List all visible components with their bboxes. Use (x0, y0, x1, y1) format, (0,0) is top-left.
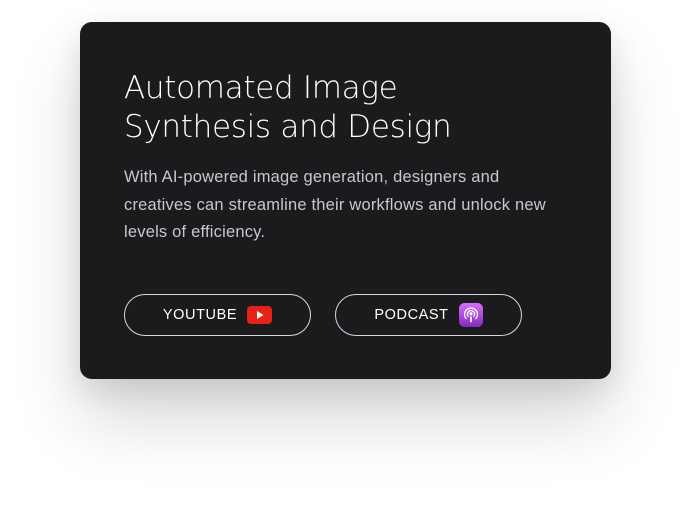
youtube-button-label: YOUTUBE (162, 307, 238, 323)
card-title-line-2: Synthesis and Design (124, 109, 452, 145)
promo-card: Automated Image Synthesis and Design Wit… (80, 22, 611, 379)
youtube-button[interactable]: YOUTUBE (124, 294, 311, 336)
card-title-line-1: Automated Image (124, 70, 398, 106)
podcast-icon (458, 303, 483, 327)
podcast-button-label: PODCAST (374, 307, 449, 323)
podcast-button[interactable]: PODCAST (335, 294, 522, 336)
youtube-icon (247, 306, 273, 324)
card-title: Automated Image Synthesis and Design (124, 69, 452, 147)
card-description: With AI-powered image generation, design… (124, 168, 546, 241)
